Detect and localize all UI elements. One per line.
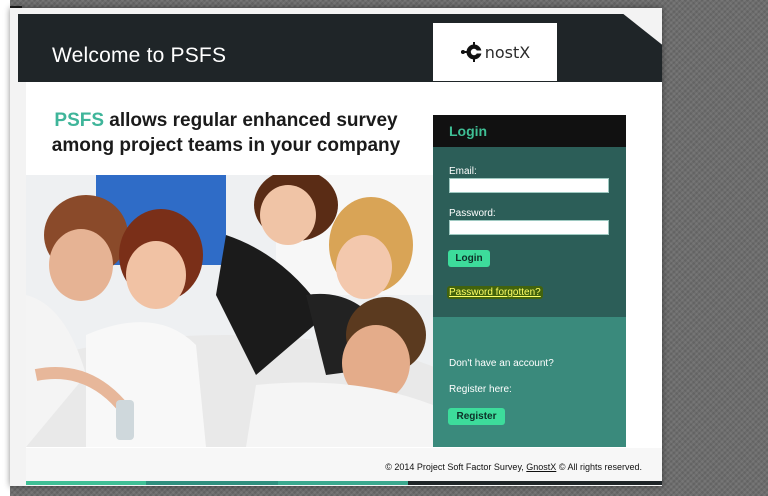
register-button[interactable]: Register [448, 408, 505, 425]
register-here-text: Register here: [449, 384, 512, 395]
intro-headline: PSFS allows regular enhanced survey amon… [26, 108, 426, 158]
footer-stripe-3 [278, 481, 408, 485]
background-strip [0, 0, 10, 496]
email-label: Email: [449, 166, 477, 177]
password-label: Password: [449, 208, 496, 219]
password-field[interactable] [449, 220, 609, 235]
logo-wordmark: nostX [484, 42, 531, 62]
footer-prefix: © 2014 Project Soft Factor Survey, [385, 462, 524, 472]
footer-gnostx-link[interactable]: GnostX [526, 462, 556, 472]
footer-stripe-2 [146, 481, 278, 485]
footer-copyright: © 2014 Project Soft Factor Survey, Gnost… [385, 462, 642, 472]
footer-stripe-1 [26, 481, 146, 485]
team-photo [26, 175, 433, 447]
gnostx-logo-icon [460, 42, 482, 62]
email-field[interactable] [449, 178, 609, 193]
no-account-text: Don't have an account? [449, 358, 554, 369]
footer-suffix: © All rights reserved. [558, 462, 642, 472]
footer-stripe-4 [408, 481, 662, 485]
intro-accent: PSFS [54, 110, 105, 131]
brand-logo[interactable]: nostX [433, 23, 557, 81]
intro-line1: allows regular enhanced survey [109, 110, 398, 131]
login-title: Login [433, 115, 626, 147]
page-title: Welcome to PSFS [52, 44, 227, 67]
login-panel: Login Email: Password: Login Password fo… [433, 115, 626, 447]
intro-line2: among project teams in your company [51, 135, 401, 156]
login-button[interactable]: Login [448, 250, 490, 267]
team-photo-illustration [26, 175, 433, 447]
password-forgotten-link[interactable]: Password forgotten? [447, 286, 543, 299]
register-section [433, 317, 626, 447]
